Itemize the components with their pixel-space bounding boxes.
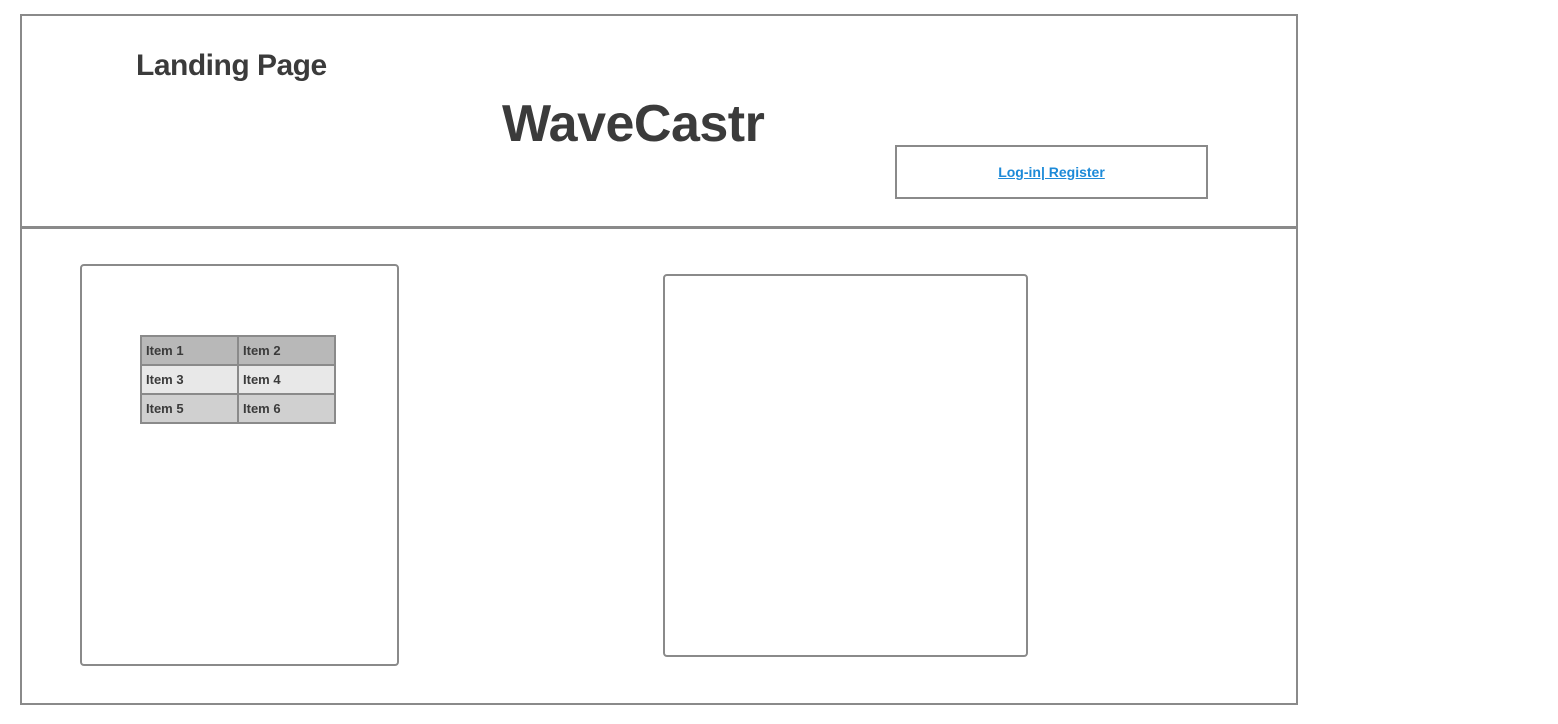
- grid-row: Item 5 Item 6: [140, 393, 336, 424]
- left-panel: Item 1 Item 2 Item 3 Item 4 Item 5 Item …: [80, 264, 399, 666]
- grid-cell[interactable]: Item 4: [237, 364, 336, 395]
- grid-cell[interactable]: Item 1: [140, 335, 239, 366]
- right-panel: [663, 274, 1028, 657]
- brand-title: WaveCastr: [502, 95, 765, 153]
- grid-cell[interactable]: Item 5: [140, 393, 239, 424]
- item-grid: Item 1 Item 2 Item 3 Item 4 Item 5 Item …: [140, 335, 336, 424]
- grid-cell[interactable]: Item 6: [237, 393, 336, 424]
- grid-row: Item 3 Item 4: [140, 364, 336, 395]
- login-register-link[interactable]: Log-in| Register: [998, 164, 1105, 180]
- grid-cell[interactable]: Item 3: [140, 364, 239, 395]
- wireframe-frame: Landing Page WaveCastr Log-in| Register …: [20, 14, 1298, 705]
- auth-box: Log-in| Register: [895, 145, 1208, 199]
- page-label: Landing Page: [136, 49, 327, 82]
- header: Landing Page WaveCastr Log-in| Register: [22, 16, 1296, 226]
- grid-row: Item 1 Item 2: [140, 335, 336, 366]
- grid-cell[interactable]: Item 2: [237, 335, 336, 366]
- header-divider: [22, 226, 1296, 229]
